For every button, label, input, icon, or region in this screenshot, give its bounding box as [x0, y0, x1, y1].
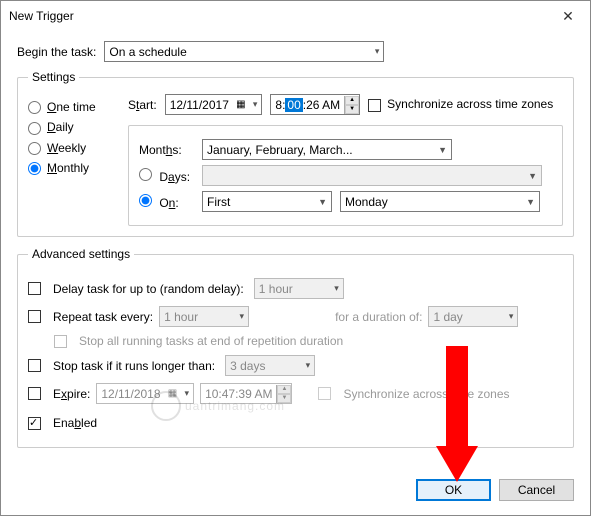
stopall-label: Stop all running tasks at end of repetit…: [79, 334, 343, 348]
ok-button[interactable]: OK: [416, 479, 491, 501]
stoplong-checkbox[interactable]: [28, 359, 41, 372]
begin-task-value: On a schedule: [109, 45, 186, 59]
expire-label: Expire:: [53, 387, 90, 401]
delay-select: 1 hour▾: [254, 278, 344, 299]
chevron-down-icon: ▼: [526, 197, 535, 207]
on-day-select[interactable]: Monday ▼: [340, 191, 540, 212]
stoplong-select: 3 days▾: [225, 355, 315, 376]
settings-legend: Settings: [28, 70, 79, 84]
repeat-checkbox[interactable]: [28, 310, 41, 323]
chevron-down-icon: ▼: [318, 197, 327, 207]
expire-checkbox[interactable]: [28, 387, 41, 400]
window-title: New Trigger: [9, 9, 74, 23]
radio-weekly[interactable]: Weekly: [28, 141, 123, 155]
enabled-label: Enabled: [53, 416, 97, 430]
start-date-value: 12/11/2017: [170, 98, 229, 112]
chevron-down-icon: ▾: [375, 46, 380, 57]
radio-daily[interactable]: Daily: [28, 120, 123, 134]
radio-one-time[interactable]: OOne timene time: [28, 100, 123, 114]
radio-on[interactable]: On:: [139, 194, 194, 210]
cancel-button[interactable]: Cancel: [499, 479, 574, 501]
delay-label: Delay task for up to (random delay):: [53, 282, 244, 296]
chevron-down-icon: ▾: [253, 99, 258, 110]
spinner-buttons[interactable]: ▲▼: [344, 96, 359, 114]
stoplong-label: Stop task if it runs longer than:: [53, 359, 215, 373]
radio-days[interactable]: Days:: [139, 168, 194, 184]
close-button[interactable]: ✕: [546, 1, 590, 31]
months-select[interactable]: January, February, March... ▼: [202, 139, 452, 160]
radio-monthly[interactable]: Monthly: [28, 161, 123, 175]
chevron-down-icon: ▼: [438, 145, 447, 155]
months-value: January, February, March...: [207, 143, 353, 157]
delay-checkbox[interactable]: [28, 282, 41, 295]
begin-task-label: Begin the task:: [17, 45, 96, 59]
start-time-spinner[interactable]: 8:00:26 AM ▲▼: [270, 94, 360, 115]
on-ordinal-select[interactable]: First ▼: [202, 191, 332, 212]
expire-sync-label: Synchronize across time zones: [343, 387, 509, 401]
duration-label: for a duration of:: [335, 310, 422, 324]
sync-timezone-checkbox[interactable]: Synchronize across time zones: [368, 97, 553, 111]
start-time-value: 8:00:26 AM: [271, 98, 344, 112]
duration-select: 1 day▾: [428, 306, 518, 327]
start-date-picker[interactable]: 12/11/2017 ▦ ▾: [165, 94, 263, 115]
advanced-group: Advanced settings Delay task for up to (…: [17, 247, 574, 448]
chevron-down-icon: ▼: [528, 171, 537, 181]
start-label: Start:: [128, 98, 157, 112]
repeat-select: 1 hour▾: [159, 306, 249, 327]
on-ordinal-value: First: [207, 195, 230, 209]
advanced-legend: Advanced settings: [28, 247, 134, 261]
calendar-icon: ▦: [235, 99, 247, 111]
stopall-checkbox: [54, 335, 67, 348]
title-bar: New Trigger: [1, 1, 590, 31]
enabled-checkbox[interactable]: [28, 417, 41, 430]
settings-group: Settings OOne timene time Daily Weekly M…: [17, 70, 574, 237]
expire-sync-checkbox: [318, 387, 331, 400]
begin-task-select[interactable]: On a schedule ▾: [104, 41, 384, 62]
days-select: ▼: [202, 165, 542, 186]
months-label: Months:: [139, 143, 194, 157]
repeat-label: Repeat task every:: [53, 310, 153, 324]
on-day-value: Monday: [345, 195, 388, 209]
expire-date-picker: 12/11/2018▦▾: [96, 383, 194, 404]
expire-time-spinner: 10:47:39 AM ▲▼: [200, 383, 292, 404]
